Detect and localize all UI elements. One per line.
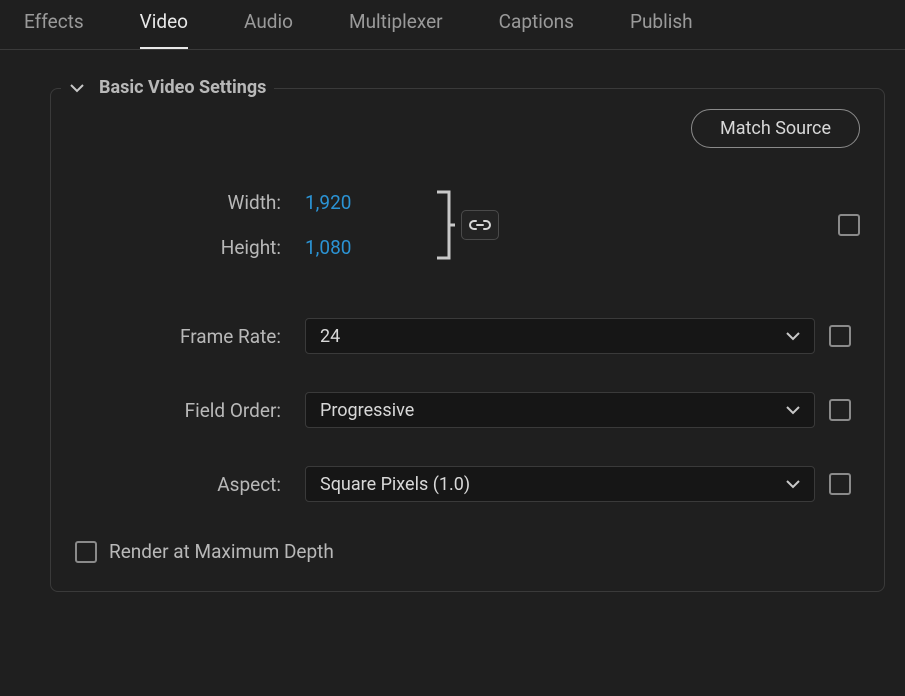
tab-audio[interactable]: Audio xyxy=(244,0,293,50)
framerate-label: Frame Rate: xyxy=(75,325,305,348)
tab-effects[interactable]: Effects xyxy=(24,0,84,50)
section-title: Basic Video Settings xyxy=(99,77,266,98)
fieldorder-row: Field Order: Progressive xyxy=(75,392,860,428)
aspect-dropdown[interactable]: Square Pixels (1.0) xyxy=(305,466,815,502)
fieldorder-match-checkbox[interactable] xyxy=(829,399,851,421)
tabs-bar: Effects Video Audio Multiplexer Captions… xyxy=(0,0,905,50)
tab-captions[interactable]: Captions xyxy=(499,0,574,50)
bracket-icon xyxy=(435,188,455,262)
section-header[interactable]: Basic Video Settings xyxy=(61,77,274,98)
chevron-down-icon xyxy=(69,80,85,96)
aspect-value: Square Pixels (1.0) xyxy=(320,474,470,495)
fieldorder-value: Progressive xyxy=(320,400,414,421)
aspect-match-checkbox[interactable] xyxy=(829,473,851,495)
framerate-dropdown[interactable]: 24 xyxy=(305,318,815,354)
link-dimensions-group xyxy=(435,180,499,270)
aspect-label: Aspect: xyxy=(75,473,305,496)
match-source-row: Match Source xyxy=(75,109,860,148)
aspect-row: Aspect: Square Pixels (1.0) xyxy=(75,466,860,502)
render-max-depth-checkbox[interactable] xyxy=(75,541,97,563)
width-height-section: Width: 1,920 Height: 1,080 xyxy=(75,180,860,270)
match-source-button[interactable]: Match Source xyxy=(691,109,860,148)
fieldorder-dropdown[interactable]: Progressive xyxy=(305,392,815,428)
width-height-match-checkbox[interactable] xyxy=(838,214,860,236)
height-label: Height: xyxy=(75,236,305,259)
tab-multiplexer[interactable]: Multiplexer xyxy=(349,0,443,50)
framerate-row: Frame Rate: 24 xyxy=(75,318,860,354)
fieldorder-label: Field Order: xyxy=(75,399,305,422)
tab-video[interactable]: Video xyxy=(140,0,188,50)
framerate-value: 24 xyxy=(320,326,340,347)
chevron-down-icon xyxy=(786,403,800,417)
height-value[interactable]: 1,080 xyxy=(305,236,351,259)
framerate-match-checkbox[interactable] xyxy=(829,325,851,347)
width-label: Width: xyxy=(75,191,305,214)
render-max-depth-row: Render at Maximum Depth xyxy=(75,540,860,563)
width-value[interactable]: 1,920 xyxy=(305,191,351,214)
chevron-down-icon xyxy=(786,329,800,343)
link-icon xyxy=(469,218,491,232)
chevron-down-icon xyxy=(786,477,800,491)
render-max-depth-label: Render at Maximum Depth xyxy=(109,540,334,563)
link-dimensions-button[interactable] xyxy=(461,210,499,240)
basic-video-settings-panel: Basic Video Settings Match Source Width:… xyxy=(50,88,885,592)
content-area: Basic Video Settings Match Source Width:… xyxy=(0,50,905,612)
tab-publish[interactable]: Publish xyxy=(630,0,693,50)
